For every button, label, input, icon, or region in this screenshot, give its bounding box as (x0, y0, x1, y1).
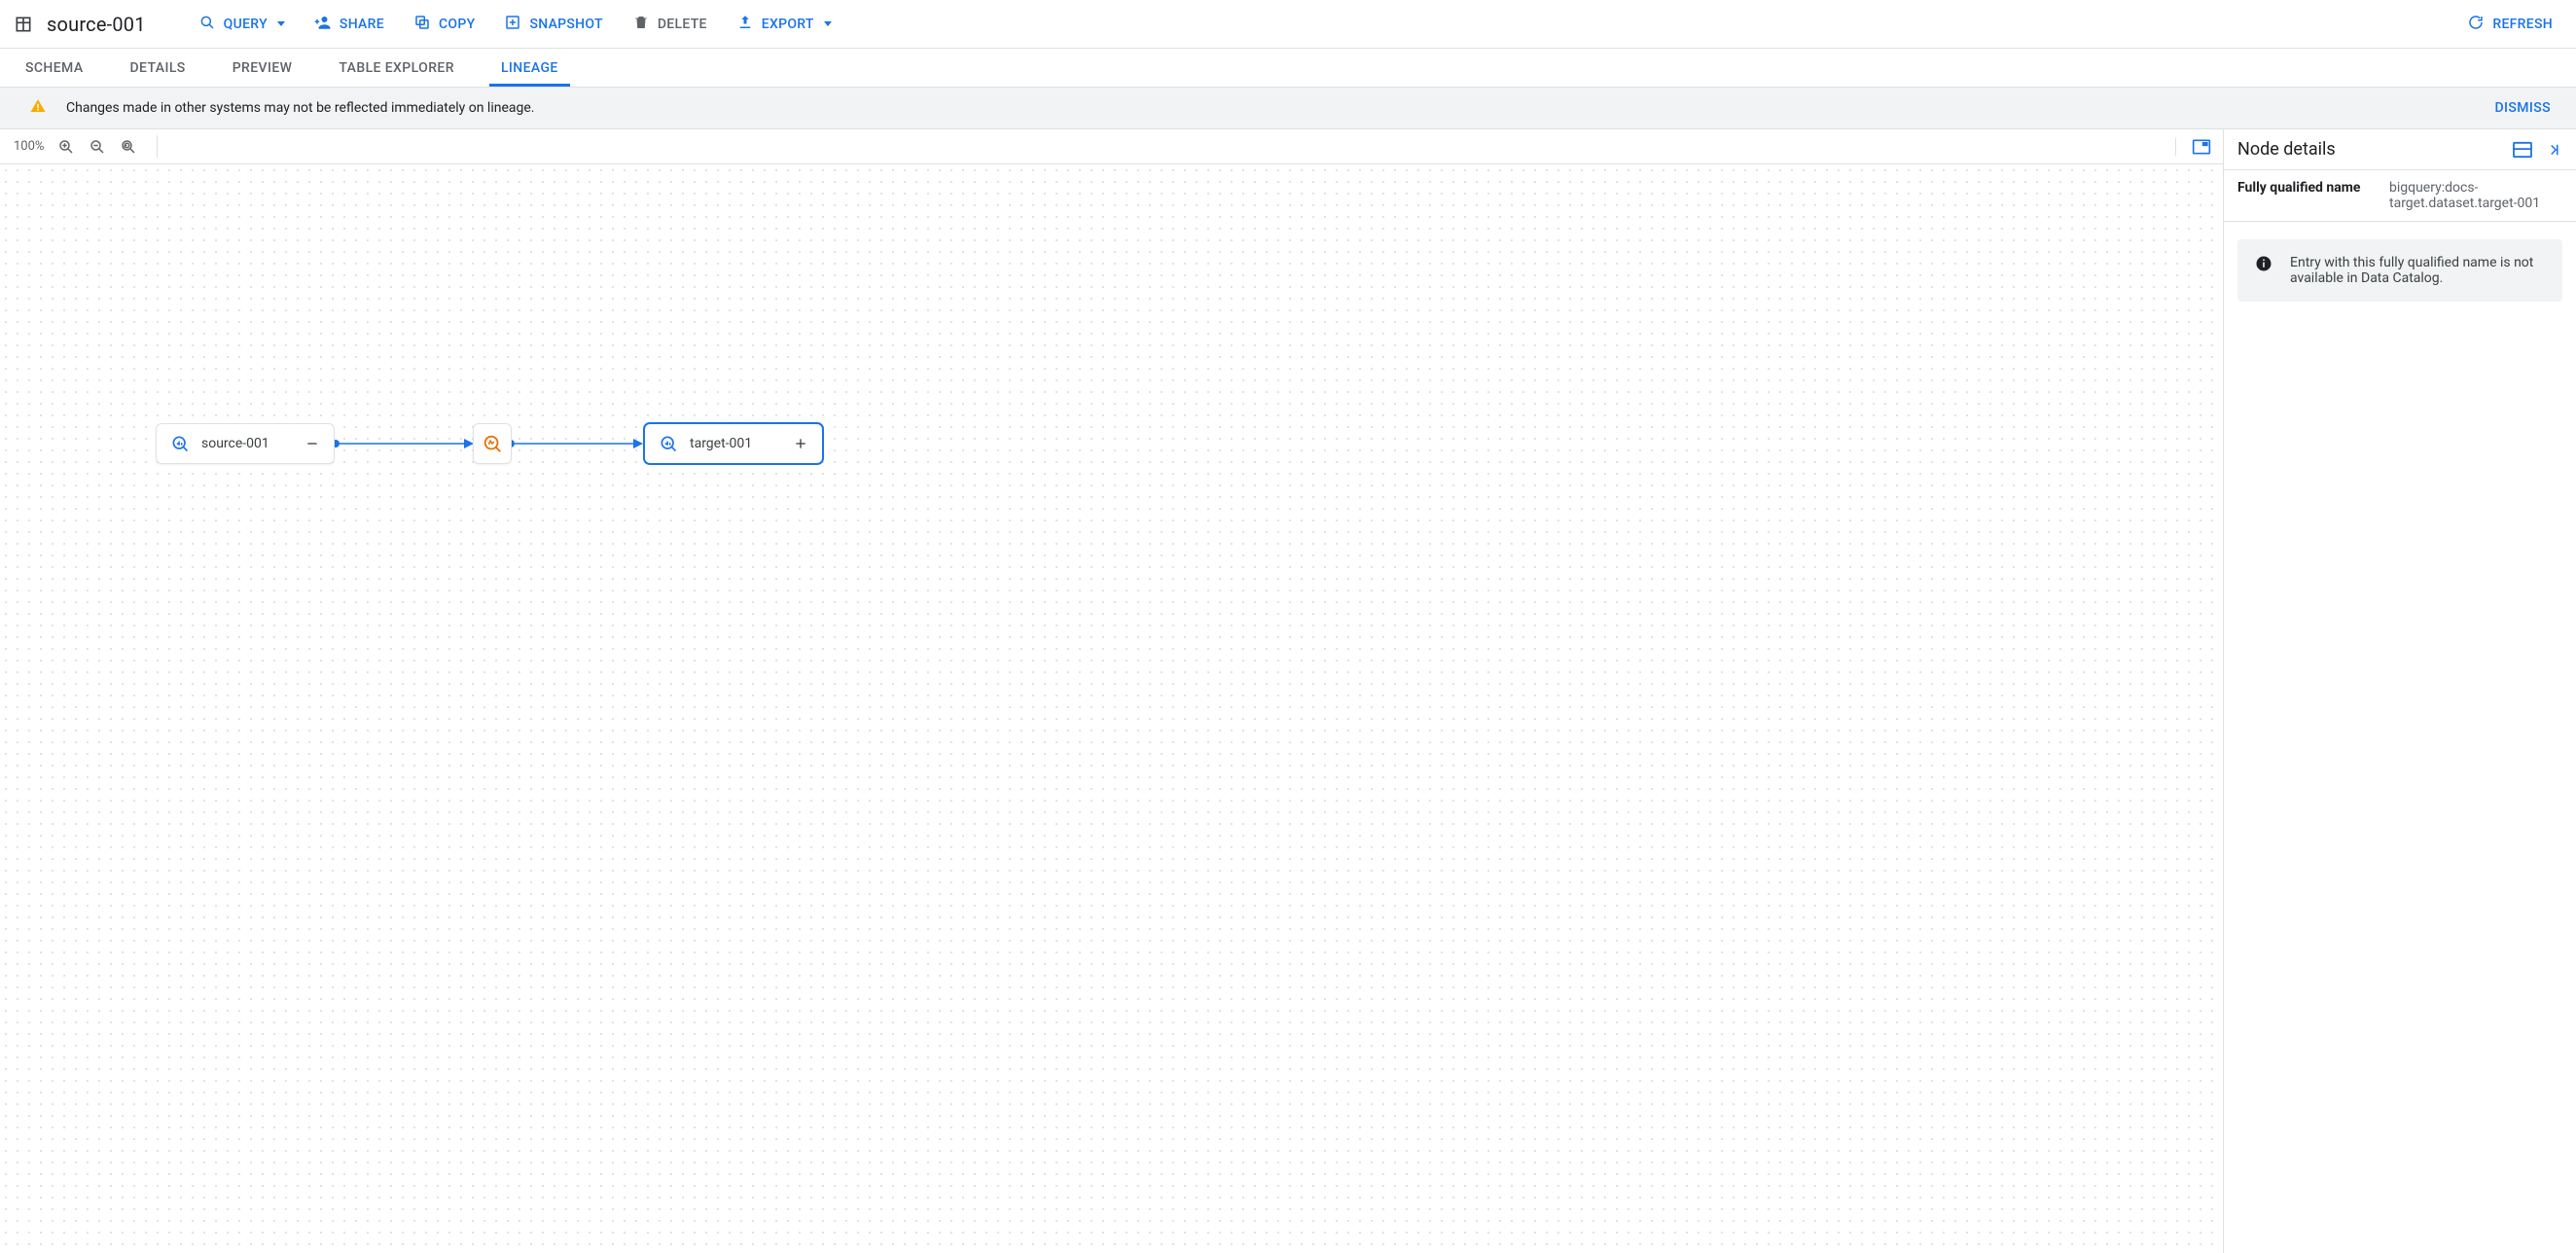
snapshot-button[interactable]: SNAPSHOT (504, 14, 602, 35)
bigquery-icon (659, 434, 678, 453)
node-label: source-001 (201, 436, 293, 451)
tab-details[interactable]: DETAILS (130, 51, 186, 86)
zoom-reset-button[interactable] (120, 138, 137, 156)
zoom-in-button[interactable] (57, 138, 75, 156)
divider (157, 135, 158, 158)
tab-preview[interactable]: PREVIEW (233, 51, 293, 86)
lineage-node-transform[interactable] (473, 423, 512, 464)
refresh-button[interactable]: REFRESH (2467, 14, 2553, 35)
fqn-value: bigquery:docs-target.dataset.target-001 (2389, 180, 2562, 211)
node-label: target-001 (690, 436, 781, 451)
info-message-text: Entry with this fully qualified name is … (2290, 255, 2545, 286)
lineage-canvas[interactable]: source-001 target-001 (0, 164, 2223, 1253)
edge (328, 434, 480, 453)
panel-title: Node details (2237, 139, 2500, 160)
copy-button[interactable]: COPY (413, 14, 475, 35)
lineage-canvas-pane: 100% (0, 129, 2224, 1253)
zoom-out-button[interactable] (89, 138, 106, 156)
lineage-node-target[interactable]: target-001 (644, 423, 823, 464)
expand-icon[interactable] (793, 436, 808, 451)
main: 100% (0, 129, 2576, 1253)
fqn-label: Fully qualified name (2237, 180, 2374, 211)
export-button[interactable]: EXPORT (736, 14, 832, 35)
query-button[interactable]: QUERY (198, 14, 285, 35)
chevron-down-icon (277, 21, 285, 26)
lineage-node-source[interactable]: source-001 (156, 423, 335, 464)
canvas-toolbar: 100% (0, 129, 2223, 164)
tab-lineage[interactable]: LINEAGE (501, 51, 558, 86)
divider (2175, 138, 2176, 156)
edge (503, 434, 649, 453)
refresh-icon (2467, 14, 2485, 35)
fqn-row: Fully qualified name bigquery:docs-targe… (2224, 170, 2576, 222)
chevron-down-icon (824, 21, 832, 26)
info-icon (2255, 255, 2272, 276)
tab-schema[interactable]: SCHEMA (25, 51, 84, 86)
dismiss-button[interactable]: DISMISS (2494, 100, 2551, 116)
warning-icon (29, 97, 47, 119)
transform-icon (482, 433, 503, 454)
snapshot-icon (504, 14, 521, 35)
search-icon (198, 14, 216, 35)
tab-table-explorer[interactable]: TABLE EXPLORER (339, 51, 454, 86)
toolbar: QUERY SHARE COPY SNAPSHOT DELETE (198, 14, 832, 35)
info-message: Entry with this fully qualified name is … (2237, 239, 2562, 302)
minimap-toggle-button[interactable] (2192, 138, 2211, 156)
node-details-panel: Node details Fully qualified name bigque… (2224, 129, 2576, 1253)
trash-icon (632, 14, 650, 35)
collapse-icon[interactable] (304, 436, 320, 451)
person-add-icon (314, 14, 332, 35)
upload-icon (736, 14, 754, 35)
panel-mode-button[interactable] (2512, 141, 2533, 159)
copy-icon (413, 14, 431, 35)
tabs: SCHEMA DETAILS PREVIEW TABLE EXPLORER LI… (0, 49, 2576, 88)
panel-collapse-button[interactable] (2545, 141, 2562, 159)
banner-text: Changes made in other systems may not be… (66, 100, 535, 116)
info-banner: Changes made in other systems may not be… (0, 88, 2576, 129)
delete-button[interactable]: DELETE (632, 14, 707, 35)
zoom-level: 100% (14, 139, 44, 154)
page-title: source-001 (47, 13, 146, 36)
table-icon (14, 15, 33, 34)
header: source-001 QUERY SHARE COPY SNAP (0, 0, 2576, 49)
share-button[interactable]: SHARE (314, 14, 384, 35)
bigquery-icon (170, 434, 190, 453)
